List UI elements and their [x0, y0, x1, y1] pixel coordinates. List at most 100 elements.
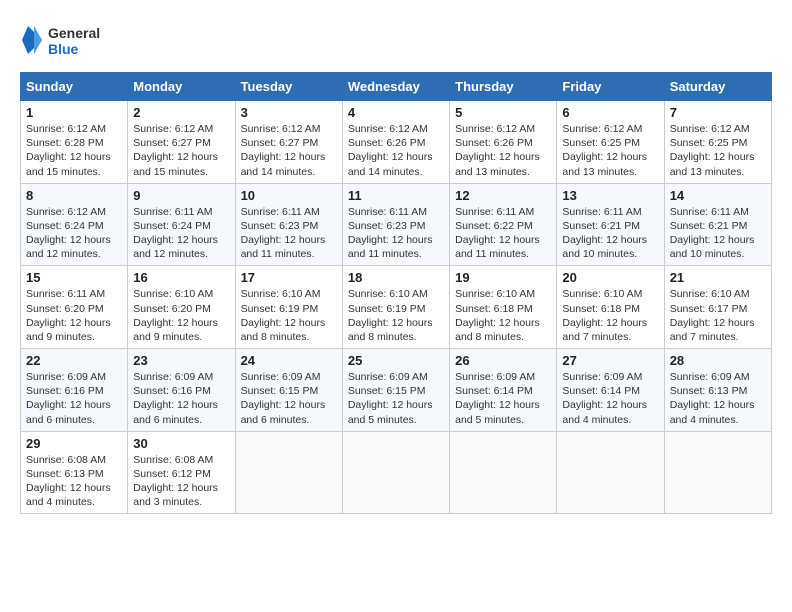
day-info: Sunrise: 6:09 AMSunset: 6:16 PMDaylight:… [133, 370, 229, 427]
day-number: 19 [455, 270, 551, 285]
day-info: Sunrise: 6:09 AMSunset: 6:15 PMDaylight:… [241, 370, 337, 427]
calendar-header-row: SundayMondayTuesdayWednesdayThursdayFrid… [21, 73, 772, 101]
calendar-week-row: 1 Sunrise: 6:12 AMSunset: 6:28 PMDaylight… [21, 101, 772, 184]
calendar-week-row: 29 Sunrise: 6:08 AMSunset: 6:13 PMDayligh… [21, 431, 772, 514]
col-header-thursday: Thursday [450, 73, 557, 101]
day-number: 11 [348, 188, 444, 203]
day-info: Sunrise: 6:09 AMSunset: 6:14 PMDaylight:… [455, 370, 551, 427]
day-number: 4 [348, 105, 444, 120]
day-info: Sunrise: 6:12 AMSunset: 6:24 PMDaylight:… [26, 205, 122, 262]
calendar-cell: 26 Sunrise: 6:09 AMSunset: 6:14 PMDayligh… [450, 349, 557, 432]
calendar-cell [235, 431, 342, 514]
calendar-cell: 17 Sunrise: 6:10 AMSunset: 6:19 PMDayligh… [235, 266, 342, 349]
calendar-cell: 7 Sunrise: 6:12 AMSunset: 6:25 PMDaylight… [664, 101, 771, 184]
day-number: 13 [562, 188, 658, 203]
day-number: 29 [26, 436, 122, 451]
calendar-cell: 15 Sunrise: 6:11 AMSunset: 6:20 PMDayligh… [21, 266, 128, 349]
calendar-table: SundayMondayTuesdayWednesdayThursdayFrid… [20, 72, 772, 514]
calendar-cell [664, 431, 771, 514]
calendar-cell: 18 Sunrise: 6:10 AMSunset: 6:19 PMDayligh… [342, 266, 449, 349]
day-number: 22 [26, 353, 122, 368]
day-info: Sunrise: 6:12 AMSunset: 6:26 PMDaylight:… [455, 122, 551, 179]
day-number: 1 [26, 105, 122, 120]
day-info: Sunrise: 6:10 AMSunset: 6:18 PMDaylight:… [562, 287, 658, 344]
day-number: 15 [26, 270, 122, 285]
calendar-cell: 22 Sunrise: 6:09 AMSunset: 6:16 PMDayligh… [21, 349, 128, 432]
day-number: 25 [348, 353, 444, 368]
day-info: Sunrise: 6:11 AMSunset: 6:24 PMDaylight:… [133, 205, 229, 262]
col-header-friday: Friday [557, 73, 664, 101]
col-header-tuesday: Tuesday [235, 73, 342, 101]
calendar-cell [557, 431, 664, 514]
calendar-cell: 14 Sunrise: 6:11 AMSunset: 6:21 PMDayligh… [664, 183, 771, 266]
day-info: Sunrise: 6:08 AMSunset: 6:12 PMDaylight:… [133, 453, 229, 510]
day-info: Sunrise: 6:12 AMSunset: 6:27 PMDaylight:… [241, 122, 337, 179]
calendar-cell: 13 Sunrise: 6:11 AMSunset: 6:21 PMDayligh… [557, 183, 664, 266]
day-number: 26 [455, 353, 551, 368]
calendar-cell: 4 Sunrise: 6:12 AMSunset: 6:26 PMDaylight… [342, 101, 449, 184]
page-header: General Blue [20, 20, 772, 62]
calendar-cell: 30Sunrise: 6:08 AMSunset: 6:12 PMDayligh… [128, 431, 235, 514]
calendar-cell: 10Sunrise: 6:11 AMSunset: 6:23 PMDayligh… [235, 183, 342, 266]
day-number: 7 [670, 105, 766, 120]
day-number: 24 [241, 353, 337, 368]
calendar-cell: 2 Sunrise: 6:12 AMSunset: 6:27 PMDaylight… [128, 101, 235, 184]
calendar-cell: 9 Sunrise: 6:11 AMSunset: 6:24 PMDaylight… [128, 183, 235, 266]
calendar-cell: 29 Sunrise: 6:08 AMSunset: 6:13 PMDayligh… [21, 431, 128, 514]
svg-text:Blue: Blue [48, 41, 79, 57]
day-number: 27 [562, 353, 658, 368]
day-number: 10 [241, 188, 337, 203]
day-number: 6 [562, 105, 658, 120]
calendar-cell: 16Sunrise: 6:10 AMSunset: 6:20 PMDayligh… [128, 266, 235, 349]
day-info: Sunrise: 6:12 AMSunset: 6:27 PMDaylight:… [133, 122, 229, 179]
calendar-cell: 3Sunrise: 6:12 AMSunset: 6:27 PMDaylight… [235, 101, 342, 184]
calendar-week-row: 22 Sunrise: 6:09 AMSunset: 6:16 PMDayligh… [21, 349, 772, 432]
day-number: 17 [241, 270, 337, 285]
logo-svg: General Blue [20, 20, 110, 62]
day-number: 28 [670, 353, 766, 368]
calendar-cell: 19Sunrise: 6:10 AMSunset: 6:18 PMDayligh… [450, 266, 557, 349]
calendar-cell: 23 Sunrise: 6:09 AMSunset: 6:16 PMDayligh… [128, 349, 235, 432]
calendar-cell [342, 431, 449, 514]
day-info: Sunrise: 6:09 AMSunset: 6:16 PMDaylight:… [26, 370, 122, 427]
day-info: Sunrise: 6:11 AMSunset: 6:20 PMDaylight:… [26, 287, 122, 344]
calendar-cell: 27 Sunrise: 6:09 AMSunset: 6:14 PMDayligh… [557, 349, 664, 432]
day-info: Sunrise: 6:09 AMSunset: 6:13 PMDaylight:… [670, 370, 766, 427]
calendar-cell: 8 Sunrise: 6:12 AMSunset: 6:24 PMDaylight… [21, 183, 128, 266]
day-info: Sunrise: 6:11 AMSunset: 6:21 PMDaylight:… [562, 205, 658, 262]
day-number: 9 [133, 188, 229, 203]
day-info: Sunrise: 6:12 AMSunset: 6:28 PMDaylight:… [26, 122, 122, 179]
day-info: Sunrise: 6:09 AMSunset: 6:14 PMDaylight:… [562, 370, 658, 427]
day-info: Sunrise: 6:12 AMSunset: 6:25 PMDaylight:… [670, 122, 766, 179]
calendar-cell: 12Sunrise: 6:11 AMSunset: 6:22 PMDayligh… [450, 183, 557, 266]
day-number: 5 [455, 105, 551, 120]
col-header-monday: Monday [128, 73, 235, 101]
day-number: 23 [133, 353, 229, 368]
col-header-wednesday: Wednesday [342, 73, 449, 101]
day-info: Sunrise: 6:12 AMSunset: 6:26 PMDaylight:… [348, 122, 444, 179]
col-header-saturday: Saturday [664, 73, 771, 101]
day-info: Sunrise: 6:10 AMSunset: 6:19 PMDaylight:… [241, 287, 337, 344]
col-header-sunday: Sunday [21, 73, 128, 101]
calendar-week-row: 8 Sunrise: 6:12 AMSunset: 6:24 PMDaylight… [21, 183, 772, 266]
day-info: Sunrise: 6:11 AMSunset: 6:21 PMDaylight:… [670, 205, 766, 262]
calendar-cell: 6 Sunrise: 6:12 AMSunset: 6:25 PMDaylight… [557, 101, 664, 184]
day-info: Sunrise: 6:08 AMSunset: 6:13 PMDaylight:… [26, 453, 122, 510]
day-number: 14 [670, 188, 766, 203]
calendar-cell [450, 431, 557, 514]
day-number: 18 [348, 270, 444, 285]
svg-text:General: General [48, 25, 100, 41]
day-number: 8 [26, 188, 122, 203]
day-info: Sunrise: 6:12 AMSunset: 6:25 PMDaylight:… [562, 122, 658, 179]
day-number: 2 [133, 105, 229, 120]
day-number: 20 [562, 270, 658, 285]
calendar-cell: 5 Sunrise: 6:12 AMSunset: 6:26 PMDaylight… [450, 101, 557, 184]
calendar-week-row: 15 Sunrise: 6:11 AMSunset: 6:20 PMDayligh… [21, 266, 772, 349]
day-info: Sunrise: 6:11 AMSunset: 6:22 PMDaylight:… [455, 205, 551, 262]
day-info: Sunrise: 6:10 AMSunset: 6:17 PMDaylight:… [670, 287, 766, 344]
day-info: Sunrise: 6:10 AMSunset: 6:20 PMDaylight:… [133, 287, 229, 344]
day-info: Sunrise: 6:09 AMSunset: 6:15 PMDaylight:… [348, 370, 444, 427]
day-info: Sunrise: 6:10 AMSunset: 6:19 PMDaylight:… [348, 287, 444, 344]
calendar-cell: 1 Sunrise: 6:12 AMSunset: 6:28 PMDaylight… [21, 101, 128, 184]
calendar-cell: 24 Sunrise: 6:09 AMSunset: 6:15 PMDayligh… [235, 349, 342, 432]
